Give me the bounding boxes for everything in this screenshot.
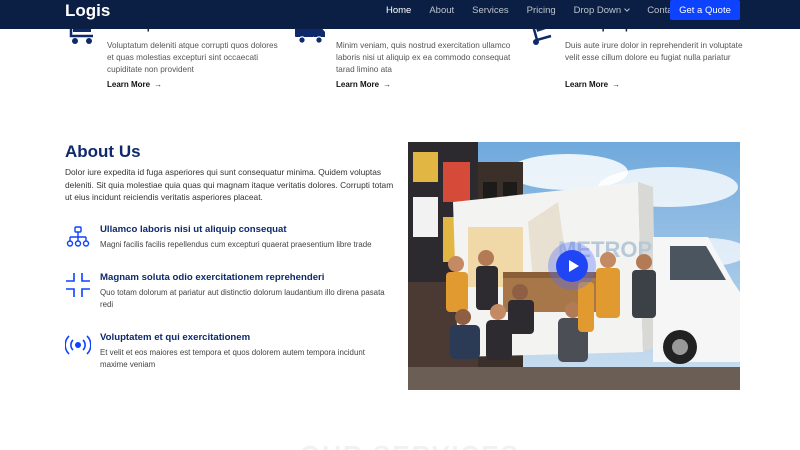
chevron-down-icon (624, 6, 631, 12)
about-item-title: Voluptatem et qui exercitationem (100, 332, 251, 343)
play-video-button[interactable] (548, 242, 596, 290)
learn-more-label: Learn More (107, 80, 151, 89)
about-item-text: Quo totam dolorum at pariatur aut distin… (100, 288, 385, 309)
about-title: About Us (65, 142, 141, 161)
learn-more-label: Learn More (336, 80, 380, 89)
learn-more-link[interactable]: Learn More → (336, 80, 391, 89)
feature-text: Minim veniam, quis nostrud exercitation … (336, 41, 511, 74)
about-item-text: Et velit et eos maiores est tempora et q… (100, 348, 365, 369)
nav-dropdown-label: Drop Down (573, 5, 622, 16)
nav-about[interactable]: About (429, 5, 454, 16)
play-button-circle (556, 250, 588, 282)
nav-home[interactable]: Home (386, 5, 411, 16)
main-nav: Home About Services Pricing Drop Down Co… (386, 5, 698, 16)
about-text: Dolor iure expedita id fuga asperiores q… (65, 167, 394, 202)
arrow-right-icon: → (612, 80, 621, 89)
next-section-heading: OUR SERVICES (300, 440, 520, 450)
get-quote-button[interactable]: Get a Quote (670, 0, 740, 20)
nav-dropdown[interactable]: Drop Down (573, 5, 631, 16)
learn-more-label: Learn More (565, 80, 609, 89)
learn-more-link[interactable]: Learn More → (565, 80, 620, 89)
arrow-right-icon: → (154, 80, 163, 89)
nav-services[interactable]: Services (472, 5, 508, 16)
about-video-thumbnail[interactable]: METROPOLIS (408, 142, 740, 390)
about-item-title: Magnam soluta odio exercitationem repreh… (100, 272, 325, 283)
site-header: Logis Home About Services Pricing Drop D… (0, 0, 800, 29)
feature-text: Duis aute irure dolor in reprehenderit i… (565, 41, 743, 62)
play-icon (568, 260, 579, 272)
logo[interactable]: Logis (65, 1, 110, 21)
nav-pricing[interactable]: Pricing (527, 5, 556, 16)
about-item-text: Magni facilis facilis repellendus cum ex… (100, 240, 372, 249)
fullscreen-exit-icon (66, 273, 90, 297)
feature-text: Voluptatum deleniti atque corrupti quos … (107, 41, 278, 74)
broadcast-icon (65, 335, 91, 355)
learn-more-link[interactable]: Learn More → (107, 80, 162, 89)
arrow-right-icon: → (383, 80, 392, 89)
diagram-icon (66, 226, 90, 247)
about-item-title: Ullamco laboris nisi ut aliquip consequa… (100, 224, 287, 235)
